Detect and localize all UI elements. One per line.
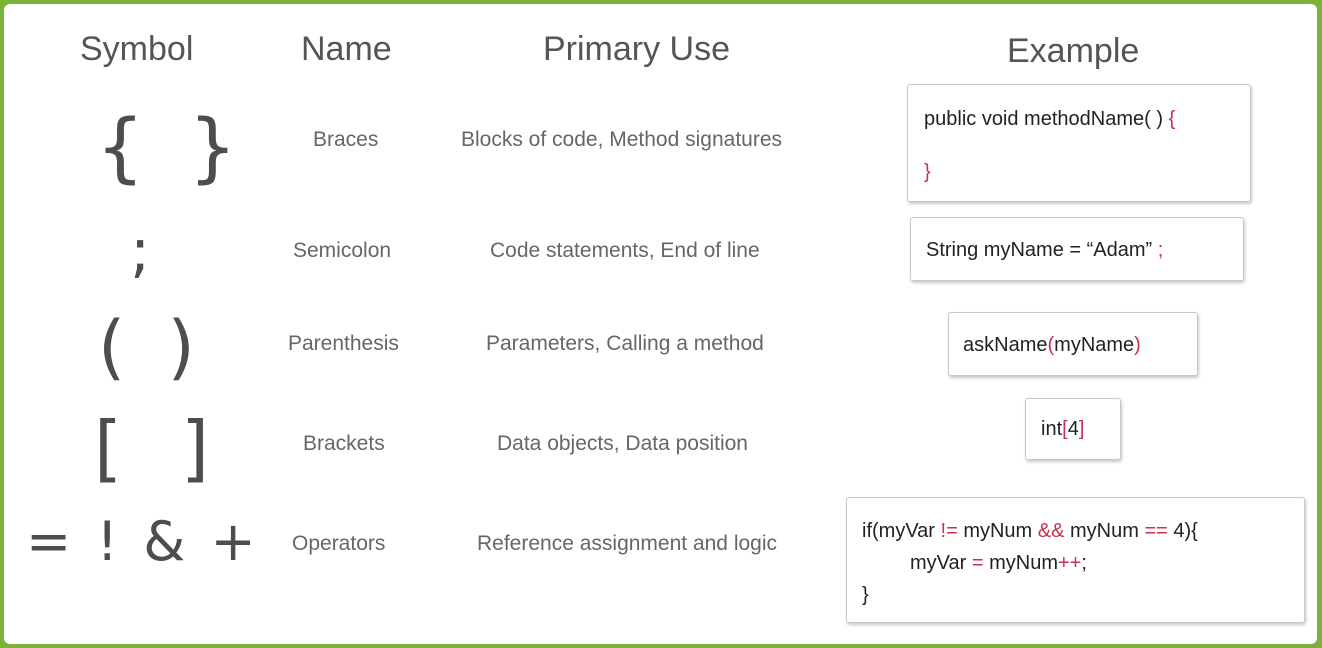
header-symbol: Symbol: [80, 30, 194, 68]
example-braces-line1: public void methodName( ) {: [924, 108, 1176, 130]
header-example: Example: [1007, 32, 1140, 70]
example-brackets: int[4]: [1041, 418, 1085, 440]
name-semicolon: Semicolon: [293, 239, 392, 262]
header-name: Name: [301, 30, 392, 68]
use-parenthesis: Parameters, Calling a method: [486, 332, 764, 355]
name-brackets: Brackets: [303, 432, 385, 455]
example-braces-line2: }: [924, 161, 931, 183]
symbol-parenthesis: ( ): [98, 306, 205, 388]
example-semicolon: String myName = “Adam” ;: [926, 239, 1164, 261]
symbol-brackets: [ ]: [94, 406, 228, 490]
name-parenthesis: Parenthesis: [288, 332, 399, 355]
symbol-operators: = ! & +: [26, 510, 260, 573]
header-primary-use: Primary Use: [543, 30, 731, 68]
use-semicolon: Code statements, End of line: [490, 239, 760, 262]
example-operators-line3: }: [862, 584, 869, 606]
example-operators-line1: if(myVar != myNum && myNum == 4){: [862, 520, 1198, 542]
symbol-braces: { }: [96, 102, 247, 191]
example-box-braces: [907, 84, 1251, 202]
slide: Symbol Name Primary Use Example { } Brac…: [4, 4, 1317, 644]
use-brackets: Data objects, Data position: [497, 432, 748, 455]
use-operators: Reference assignment and logic: [477, 532, 778, 555]
example-parenthesis: askName(myName): [963, 334, 1141, 356]
symbol-semicolon: ;: [130, 216, 151, 286]
example-operators-line2: myVar = myNum++;: [910, 552, 1087, 574]
name-operators: Operators: [292, 532, 386, 555]
use-braces: Blocks of code, Method signatures: [461, 128, 783, 151]
name-braces: Braces: [313, 128, 379, 151]
